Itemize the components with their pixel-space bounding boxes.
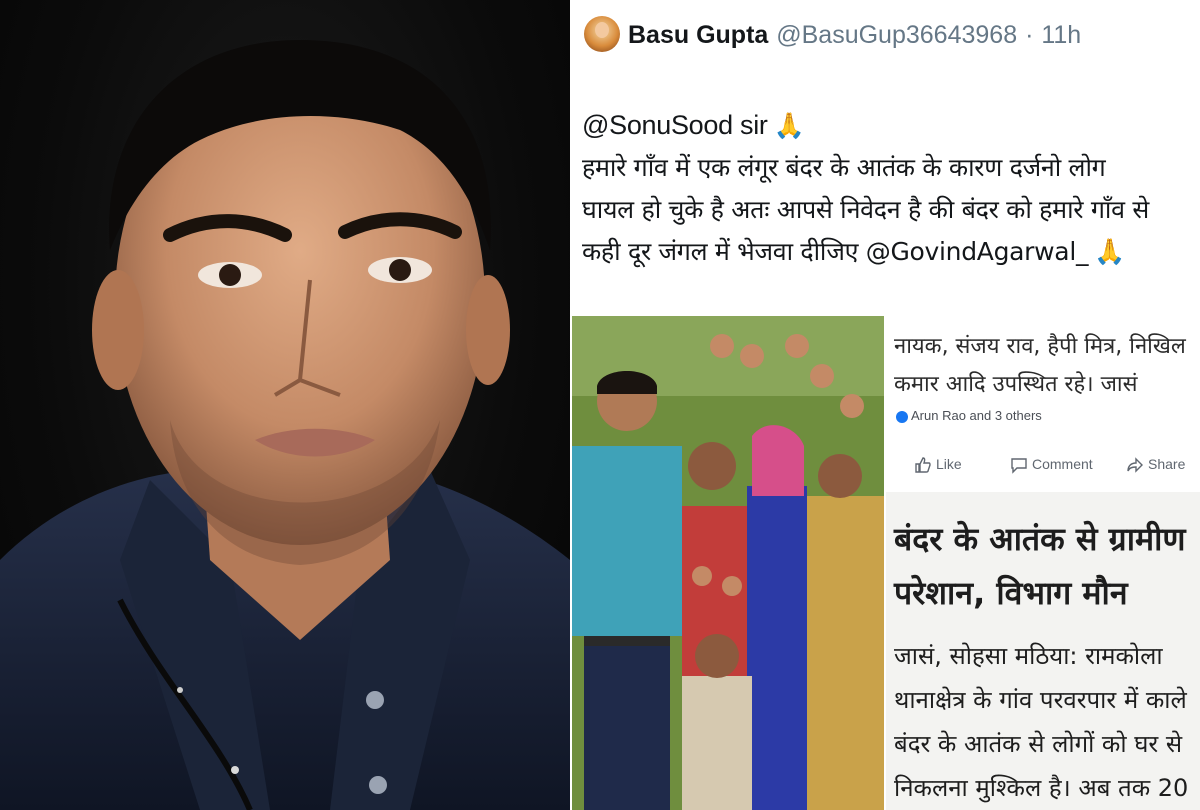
- article-line-4: निकलना मुश्किल है। अब तक 20: [894, 774, 1189, 802]
- tweet-mention[interactable]: @SonuSood sir: [582, 110, 768, 140]
- folded-hands-icon: 🙏: [1094, 237, 1125, 266]
- tweet-body: @SonuSood sir 🙏 हमारे गाँव में एक लंगूर ब…: [582, 104, 1192, 273]
- reactions-text: Arun Rao and 3 others: [911, 408, 1042, 423]
- tweet-line-1: @SonuSood sir 🙏: [582, 104, 1192, 147]
- article-line-3: बंदर के आतंक से लोगों को घर से: [894, 730, 1183, 758]
- clip-text-line-2: कमार आदि उपस्थित रहे। जासं: [894, 372, 1138, 397]
- folded-hands-icon: 🙏: [773, 111, 805, 140]
- share-icon: [1127, 457, 1143, 473]
- reactions-summary[interactable]: Arun Rao and 3 others: [896, 408, 1042, 423]
- facebook-post-fragment: नायक, संजय राव, हैपी मित्र, निखिल कमार आ…: [886, 316, 1200, 492]
- news-article-body: जासं, सोहसा मठिया: रामकोला थानाक्षेत्र क…: [894, 634, 1188, 810]
- tweet-header: Basu Gupta @BasuGup36643968 · 11h: [628, 20, 1081, 50]
- news-headline: बंदर के आतंक से ग्रामीण परेशान, विभाग मौ…: [894, 512, 1186, 620]
- comment-icon: [1011, 458, 1027, 474]
- villagers-photo: [572, 316, 884, 810]
- thumbs-up-icon: [915, 457, 931, 473]
- headline-line-2: परेशान, विभाग मौन: [894, 574, 1128, 612]
- tweet-author-name[interactable]: Basu Gupta: [628, 21, 768, 49]
- tweet-timestamp[interactable]: 11h: [1041, 21, 1081, 49]
- clip-text-line-1: नायक, संजय राव, हैपी मित्र, निखिल: [894, 334, 1186, 359]
- headline-line-1: बंदर के आतंक से ग्रामीण: [894, 520, 1186, 558]
- post-actions: Like Comment Share: [886, 450, 1200, 484]
- tweet-separator: ·: [1025, 21, 1034, 49]
- portrait-illustration: [0, 40, 570, 810]
- share-button[interactable]: Share: [1126, 456, 1185, 474]
- comment-button[interactable]: Comment: [1010, 456, 1093, 474]
- article-line-1: जासं, सोहसा मठिया: रामकोला: [894, 642, 1163, 670]
- tweet-card: Basu Gupta @BasuGup36643968 · 11h @SonuS…: [570, 0, 1200, 312]
- like-reaction-icon: [896, 410, 908, 423]
- tweet-line-3: घायल हो चुके है अतः आपसे निवेदन है की बं…: [582, 195, 1149, 224]
- article-line-2: थानाक्षेत्र के गांव परवरपार में काले: [894, 686, 1187, 714]
- like-button[interactable]: Like: [914, 456, 962, 474]
- tweet-line-4: कही दूर जंगल में भेजवा दीजिए @GovindAgar…: [582, 231, 1192, 273]
- tweet-line-2: हमारे गाँव में एक लंगूर बंदर के आतंक के …: [582, 153, 1106, 182]
- portrait-photo: [0, 0, 570, 810]
- tweet-line-4-text: कही दूर जंगल में भेजवा दीजिए @GovindAgar…: [582, 237, 1089, 266]
- tweet-author-handle[interactable]: @BasuGup36643968: [776, 21, 1017, 49]
- avatar[interactable]: [584, 16, 620, 52]
- villagers-illustration: [572, 316, 884, 810]
- newspaper-clipping: नायक, संजय राव, हैपी मित्र, निखिल कमार आ…: [886, 316, 1200, 810]
